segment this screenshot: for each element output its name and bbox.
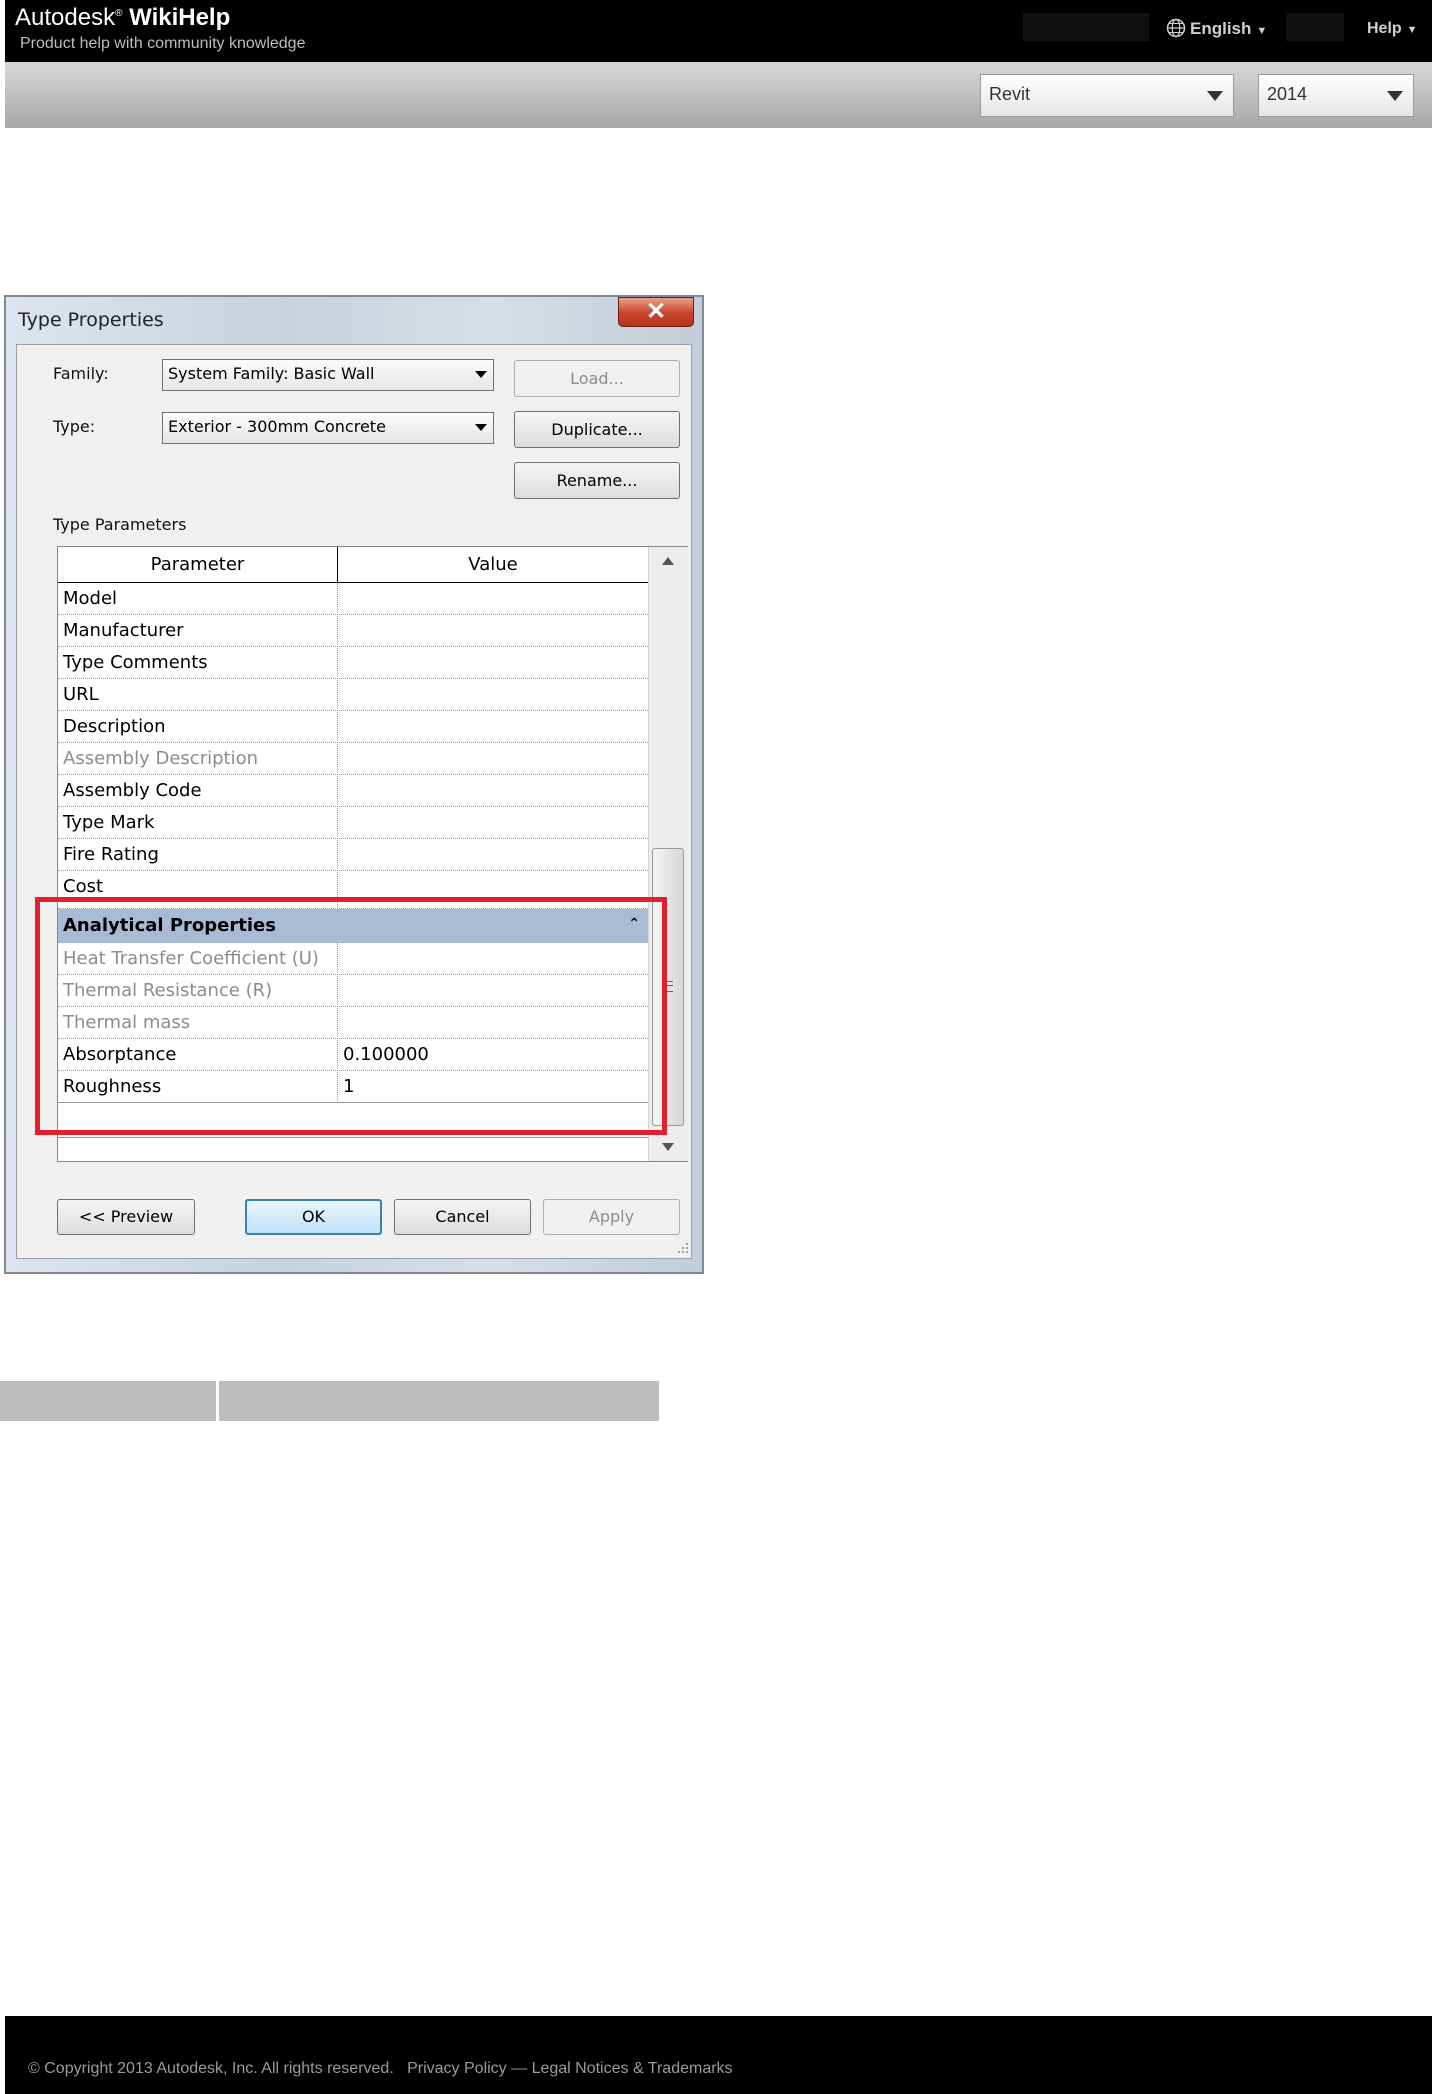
gray-strip-right (219, 1381, 659, 1421)
brand-registered-mark: ® (115, 8, 123, 19)
parameter-name: Fire Rating (63, 844, 159, 865)
resize-grip-icon[interactable] (677, 1242, 689, 1254)
highlight-box (35, 897, 667, 1135)
dropdown-arrow-icon (475, 424, 487, 431)
parameter-name: Type Comments (63, 652, 208, 673)
parameter-name: Manufacturer (63, 620, 184, 641)
parameter-name: Model (63, 588, 118, 609)
site-footer (5, 2016, 1432, 2094)
family-dropdown-value: System Family: Basic Wall (168, 364, 375, 383)
product-select-value: Revit (989, 84, 1031, 104)
table-row[interactable]: Model (58, 583, 648, 615)
type-dropdown-value: Exterior - 300mm Concrete (168, 417, 386, 436)
table-row[interactable]: Assembly Code (58, 775, 648, 807)
version-select[interactable]: 2014 (1258, 74, 1414, 117)
column-header-value[interactable]: Value (338, 547, 648, 583)
dropdown-arrow-icon (1207, 91, 1223, 101)
family-dropdown[interactable]: System Family: Basic Wall (162, 359, 494, 391)
table-row[interactable]: Manufacturer (58, 615, 648, 647)
help-menu[interactable]: Help ▼ (1367, 20, 1418, 38)
preview-button[interactable]: << Preview (57, 1199, 195, 1235)
ok-button[interactable]: OK (245, 1199, 382, 1235)
close-button[interactable]: ✕ (618, 297, 694, 327)
rename-button[interactable]: Rename... (514, 462, 680, 499)
parameter-name: Type Mark (63, 812, 155, 833)
parameter-name: URL (63, 684, 99, 705)
duplicate-button[interactable]: Duplicate... (514, 411, 680, 448)
caret-down-icon: ▼ (1256, 25, 1268, 37)
parameter-name: Assembly Code (63, 780, 202, 801)
load-button[interactable]: Load... (514, 360, 680, 397)
column-header-parameter[interactable]: Parameter (58, 547, 338, 583)
close-icon: ✕ (645, 298, 667, 325)
site-logo[interactable]: Autodesk® WikiHelp (15, 4, 230, 32)
language-menu[interactable]: English ▼ (1166, 18, 1267, 39)
gray-strip-left (0, 1381, 216, 1421)
family-label: Family: (53, 364, 109, 383)
language-label: English (1190, 19, 1252, 38)
dropdown-arrow-icon (475, 371, 487, 378)
version-select-value: 2014 (1267, 84, 1308, 104)
table-row[interactable]: Fire Rating (58, 839, 648, 871)
table-row[interactable]: Type Comments (58, 647, 648, 679)
type-dropdown[interactable]: Exterior - 300mm Concrete (162, 412, 494, 444)
search-box[interactable] (1023, 13, 1149, 41)
product-select[interactable]: Revit (980, 74, 1234, 117)
sign-in-box[interactable] (1286, 13, 1344, 41)
footer-text: © Copyright 2013 Autodesk, Inc. All righ… (28, 2060, 733, 2077)
scroll-down-icon[interactable] (662, 1143, 674, 1151)
parameter-name: Description (63, 716, 166, 737)
dropdown-arrow-icon (1387, 91, 1403, 101)
scroll-up-icon[interactable] (662, 557, 674, 565)
parameter-name: Assembly Description (63, 748, 258, 769)
dialog-title: Type Properties (18, 309, 164, 331)
apply-button[interactable]: Apply (543, 1199, 680, 1235)
globe-icon (1166, 18, 1186, 38)
brand-bold: WikiHelp (129, 4, 231, 31)
table-row[interactable]: Description (58, 711, 648, 743)
cancel-button[interactable]: Cancel (394, 1199, 531, 1235)
table-empty-divider (58, 1137, 648, 1138)
site-tagline: Product help with community knowledge (20, 35, 306, 52)
type-label: Type: (53, 417, 96, 436)
table-row[interactable]: Assembly Description (58, 743, 648, 775)
table-row[interactable]: Type Mark (58, 807, 648, 839)
type-parameters-label: Type Parameters (53, 515, 187, 534)
brand-plain: Autodesk (15, 4, 116, 31)
table-row[interactable]: URL (58, 679, 648, 711)
help-label: Help (1367, 20, 1402, 37)
caret-down-icon: ▼ (1406, 24, 1418, 36)
